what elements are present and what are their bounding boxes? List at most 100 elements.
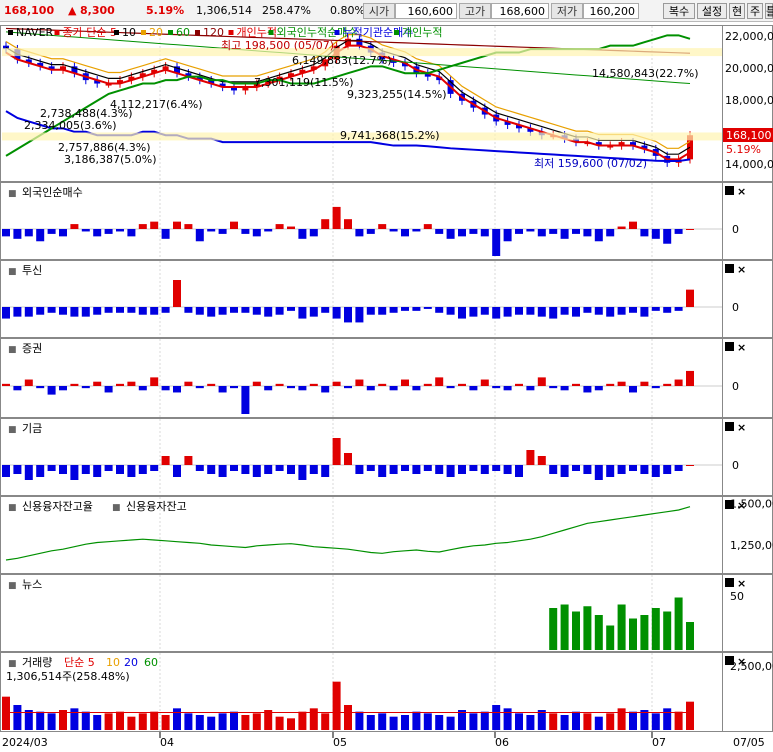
bar xyxy=(309,229,318,237)
legend-9: 개인누적 xyxy=(402,26,442,39)
bar xyxy=(241,386,250,414)
bar xyxy=(287,386,295,389)
bar xyxy=(366,307,375,315)
close-icon[interactable]: × xyxy=(737,185,746,198)
bar xyxy=(138,224,147,229)
ma-label: 60 xyxy=(144,656,158,669)
bar xyxy=(127,229,136,237)
bar xyxy=(606,465,615,477)
bar xyxy=(287,307,295,311)
bar xyxy=(2,307,10,319)
news-bar xyxy=(583,606,592,650)
bar xyxy=(606,383,615,386)
bar xyxy=(458,307,466,319)
bar xyxy=(207,465,216,474)
bar xyxy=(47,229,56,234)
bar xyxy=(515,465,523,477)
close-icon[interactable]: × xyxy=(737,421,746,434)
bar xyxy=(298,229,307,239)
bar xyxy=(344,386,352,389)
bar xyxy=(435,229,444,234)
bar xyxy=(47,386,56,395)
price-change: 8,300 xyxy=(80,4,115,17)
bar xyxy=(207,383,216,386)
volume-bar xyxy=(663,708,672,730)
volume-bar xyxy=(651,713,660,730)
multi-button[interactable]: 복수 xyxy=(663,3,695,19)
L-icon[interactable] xyxy=(725,422,734,431)
bar xyxy=(59,307,67,315)
bar xyxy=(446,307,455,315)
bar xyxy=(332,206,341,229)
price-axis-label: 22,000,0 xyxy=(725,30,773,43)
volume-bar xyxy=(583,713,592,730)
panel-frame xyxy=(0,418,723,496)
x-axis-label: 04 xyxy=(160,736,174,749)
annotation-label: 9,741,368(15.2%) xyxy=(340,129,440,142)
panel-title: 신용융자잔고율 xyxy=(22,500,93,513)
bar xyxy=(435,307,444,313)
bar xyxy=(195,229,204,242)
bar xyxy=(150,307,159,315)
bar xyxy=(640,307,649,317)
bar xyxy=(389,307,398,313)
stock-chart[interactable]: ×××××××2024/03 04 05 06 07 07/05NAVER 종가 단순 51… xyxy=(0,22,773,752)
bar xyxy=(526,229,535,232)
bar xyxy=(344,307,352,323)
bar xyxy=(663,383,672,386)
bar xyxy=(59,386,67,391)
L-icon[interactable] xyxy=(725,342,734,351)
bar xyxy=(651,386,660,389)
bar xyxy=(275,383,284,386)
bar xyxy=(252,381,261,386)
bar xyxy=(127,307,136,313)
bar xyxy=(138,307,147,315)
bar xyxy=(161,229,170,239)
bar xyxy=(651,465,660,477)
volume-bar xyxy=(492,705,501,730)
current-button[interactable]: 현 xyxy=(729,3,745,19)
bar xyxy=(195,386,204,389)
volume-bar xyxy=(218,713,227,730)
bar xyxy=(366,465,375,471)
bar xyxy=(606,307,615,317)
volume-label: 1,306,514주(258.48%) xyxy=(6,670,130,683)
panel-frame xyxy=(0,260,723,338)
bar xyxy=(503,307,512,317)
news-bar xyxy=(629,618,637,650)
frame-button[interactable]: 틀 xyxy=(765,3,773,19)
bar xyxy=(355,379,364,386)
bar xyxy=(116,307,124,313)
volume-bar xyxy=(594,716,603,730)
bar xyxy=(606,229,615,237)
bar xyxy=(446,465,455,477)
bar xyxy=(59,465,67,474)
close-icon[interactable]: × xyxy=(737,263,746,276)
L-icon[interactable] xyxy=(725,264,734,273)
L-icon[interactable] xyxy=(725,186,734,195)
bar xyxy=(469,386,478,391)
panel-title: 거래량 xyxy=(22,656,52,669)
low-label: 저가 xyxy=(551,3,583,19)
volume-bar xyxy=(47,713,56,730)
bar xyxy=(617,307,626,315)
bar xyxy=(59,229,67,237)
bar xyxy=(275,307,284,315)
L-icon[interactable] xyxy=(725,578,734,587)
bar xyxy=(195,307,204,315)
week-button[interactable]: 주 xyxy=(747,3,763,19)
bar xyxy=(264,307,273,317)
bar xyxy=(287,226,295,229)
bar xyxy=(13,465,22,474)
close-icon[interactable]: × xyxy=(737,577,746,590)
bar xyxy=(572,465,580,471)
bar xyxy=(537,377,546,386)
bar xyxy=(321,307,330,313)
legend-5: 120 xyxy=(203,26,224,39)
close-icon[interactable]: × xyxy=(737,341,746,354)
bar xyxy=(389,229,398,232)
volume-bar xyxy=(674,711,683,730)
bar xyxy=(515,383,523,386)
bar xyxy=(594,465,603,480)
settings-button[interactable]: 설정 xyxy=(697,3,727,19)
